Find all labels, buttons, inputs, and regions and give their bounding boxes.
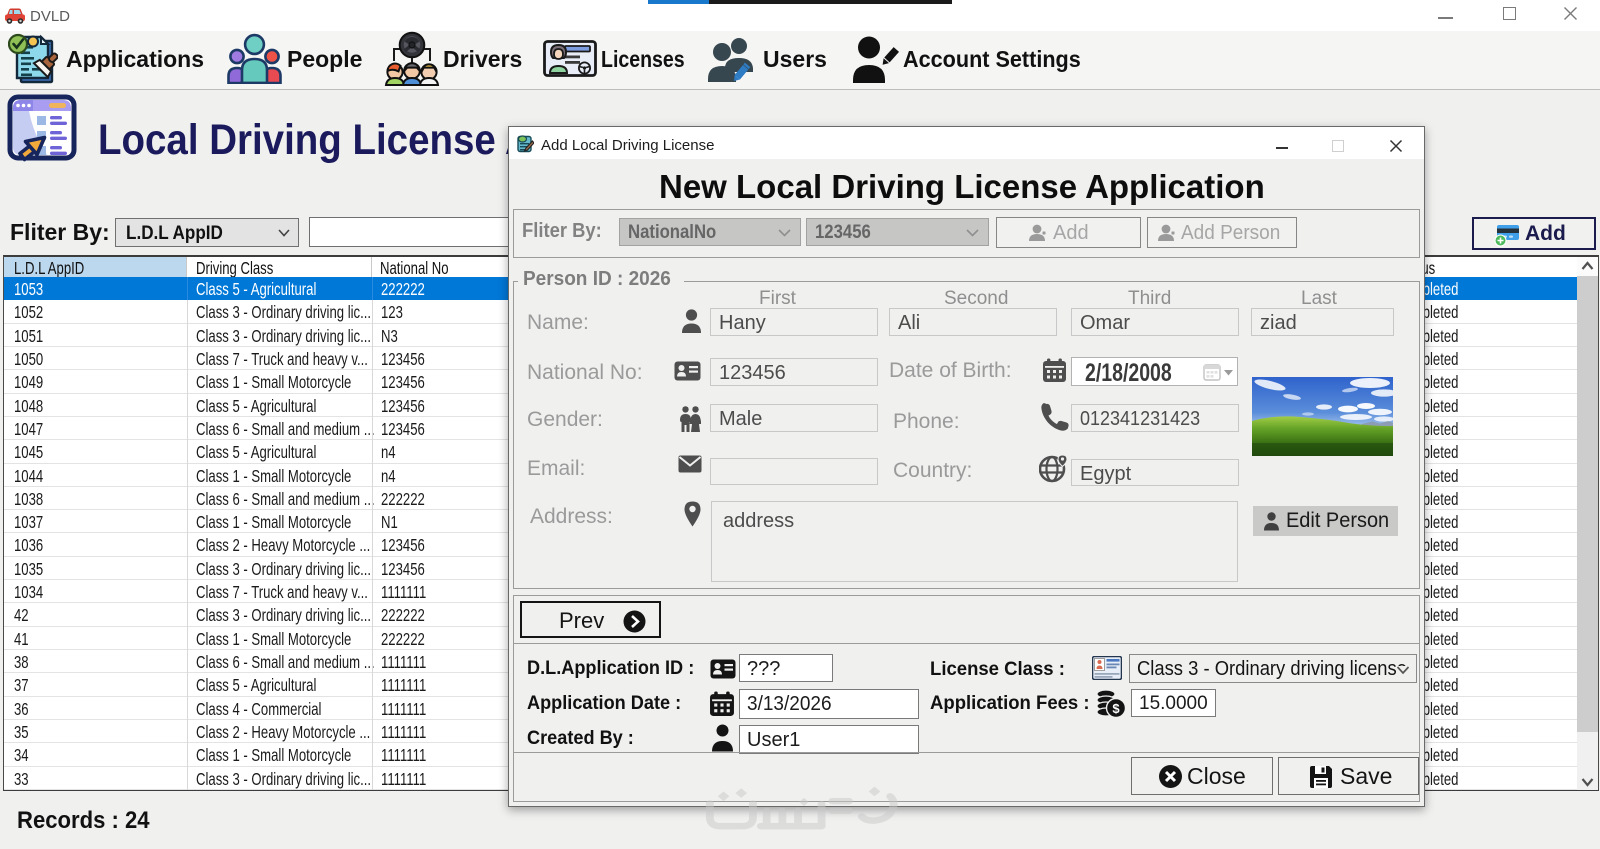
svg-text:$: $: [1112, 701, 1120, 716]
